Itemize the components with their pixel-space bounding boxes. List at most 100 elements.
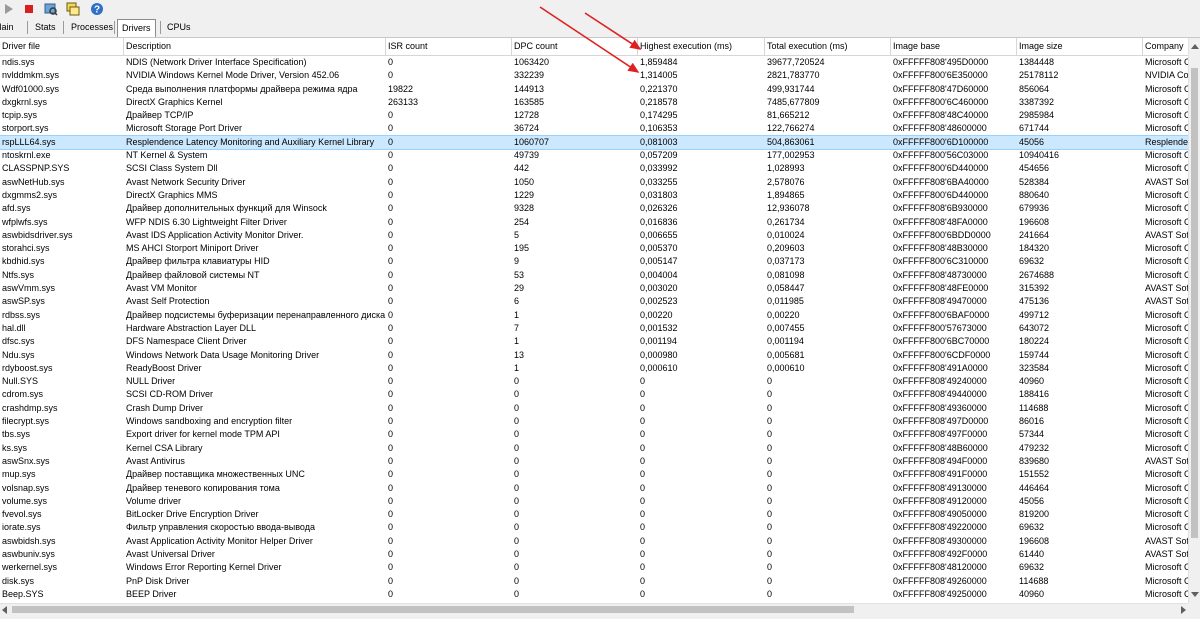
cell-highest-execution: 0 xyxy=(640,535,646,546)
table-row[interactable]: dxgkrnl.sys DirectX Graphics Kernel 263133… xyxy=(0,96,1188,109)
cell-driver-file: CLASSPNP.SYS xyxy=(2,163,70,174)
cell-isr-count: 0 xyxy=(388,509,394,520)
table-row[interactable]: rspLLL64.sys Resplendence Latency Monitor… xyxy=(0,134,1188,151)
column-header-description[interactable]: Description xyxy=(124,38,386,55)
cell-highest-execution: 0 xyxy=(640,522,646,533)
column-header-highest-execution[interactable]: Highest execution (ms) xyxy=(638,38,765,55)
table-row[interactable]: tbs.sys Export driver for kernel mode TPM… xyxy=(0,428,1188,441)
vertical-scrollbar[interactable] xyxy=(1188,38,1200,603)
cell-isr-count: 0 xyxy=(388,176,394,187)
table-row[interactable]: filecrypt.sys Windows sandboxing and encr… xyxy=(0,415,1188,428)
table-row[interactable]: Ndu.sys Windows Network Data Usage Monito… xyxy=(0,349,1188,362)
cell-image-base: 0xFFFFF808'491F0000 xyxy=(893,469,988,480)
table-row[interactable]: wfplwfs.sys WFP NDIS 6.30 Lightweight Fil… xyxy=(0,216,1188,229)
help-icon[interactable]: ? xyxy=(90,2,104,16)
cell-highest-execution: 0 xyxy=(640,416,646,427)
horizontal-scroll-thumb[interactable] xyxy=(12,606,854,613)
table-row[interactable]: ndis.sys NDIS (Network Driver Interface S… xyxy=(0,56,1188,69)
table-row[interactable]: aswSnx.sys Avast Antivirus 0 0 0 0 0xFFFFF808'… xyxy=(0,455,1188,468)
table-row[interactable]: storahci.sys MS AHCI Storport Miniport Dr… xyxy=(0,242,1188,255)
play-icon[interactable] xyxy=(2,2,16,16)
tab-drivers[interactable]: Drivers xyxy=(117,19,156,37)
column-header-isr-count[interactable]: ISR count xyxy=(386,38,512,55)
column-header-image-size[interactable]: Image size xyxy=(1017,38,1143,55)
cell-dpc-count: 195 xyxy=(514,243,530,254)
cell-image-base: 0xFFFFF800'6BDD0000 xyxy=(893,229,991,240)
cell-driver-file: tbs.sys xyxy=(2,429,31,440)
cell-image-size: 819200 xyxy=(1019,509,1050,520)
scroll-down-arrow-icon[interactable] xyxy=(1191,592,1199,597)
cell-image-base: 0xFFFFF808'49050000 xyxy=(893,509,987,520)
cell-driver-file: Ntfs.sys xyxy=(2,269,35,280)
cell-company: AVAST Soft xyxy=(1145,283,1188,294)
scroll-right-arrow-icon[interactable] xyxy=(1181,606,1186,614)
window-icon[interactable] xyxy=(66,2,80,16)
table-row[interactable]: Wdf01000.sys Среда выполнения платформы д… xyxy=(0,83,1188,96)
table-row[interactable]: afd.sys Драйвер дополнительных функций дл… xyxy=(0,202,1188,215)
table-row[interactable]: kbdhid.sys Драйвер фильтра клавиатуры HID… xyxy=(0,255,1188,268)
cell-driver-file: fvevol.sys xyxy=(2,509,42,520)
cell-dpc-count: 1050 xyxy=(514,176,535,187)
table-row[interactable]: Ntfs.sys Драйвер файловой системы NT 0 53 0,… xyxy=(0,269,1188,282)
cell-driver-file: rdbss.sys xyxy=(2,309,41,320)
table-row[interactable]: Beep.SYS BEEP Driver 0 0 0 0 0xFFFFF808'492500… xyxy=(0,588,1188,601)
table-row[interactable]: nvlddmkm.sys NVIDIA Windows Kernel Mode D… xyxy=(0,69,1188,82)
table-row[interactable]: Null.SYS NULL Driver 0 0 0 0 0xFFFFF808'492400… xyxy=(0,375,1188,388)
tab-separator xyxy=(27,21,28,34)
cell-total-execution: 0,000610 xyxy=(767,362,805,373)
column-header-total-execution[interactable]: Total execution (ms) xyxy=(765,38,891,55)
table-row[interactable]: rdyboost.sys ReadyBoost Driver 0 1 0,000610 0… xyxy=(0,362,1188,375)
cell-image-size: 188416 xyxy=(1019,389,1050,400)
table-row[interactable]: dfsc.sys DFS Namespace Client Driver 0 1 0,0… xyxy=(0,335,1188,348)
cell-total-execution: 0,261734 xyxy=(767,216,805,227)
column-header-image-base[interactable]: Image base xyxy=(891,38,1017,55)
table-row[interactable]: disk.sys PnP Disk Driver 0 0 0 0 0xFFFFF808'49… xyxy=(0,575,1188,588)
table-row[interactable]: dxgmms2.sys DirectX Graphics MMS 0 1229 0,03… xyxy=(0,189,1188,202)
cell-description: Kernel CSA Library xyxy=(126,442,203,453)
cell-total-execution: 177,002953 xyxy=(767,150,815,161)
vertical-scroll-thumb[interactable] xyxy=(1191,68,1198,538)
table-row[interactable]: aswbidsdriver.sys Avast IDS Application A… xyxy=(0,229,1188,242)
tab-main[interactable]: Main xyxy=(0,20,18,35)
table-row[interactable]: rdbss.sys Драйвер подсистемы буферизации … xyxy=(0,309,1188,322)
scroll-up-arrow-icon[interactable] xyxy=(1191,44,1199,49)
cell-dpc-count: 0 xyxy=(514,442,520,453)
cell-isr-count: 0 xyxy=(388,189,394,200)
tab-cpus[interactable]: CPUs xyxy=(163,20,195,35)
table-row[interactable]: CLASSPNP.SYS SCSI Class System Dll 0 442 0,0… xyxy=(0,162,1188,175)
column-header-company[interactable]: Company xyxy=(1143,38,1188,55)
table-row[interactable]: aswbuniv.sys Avast Universal Driver 0 0 0 0 0x… xyxy=(0,548,1188,561)
tab-bar: Main Stats Processes Drivers CPUs xyxy=(0,18,1200,38)
column-header-dpc-count[interactable]: DPC count xyxy=(512,38,638,55)
cell-total-execution: 0 xyxy=(767,442,773,453)
tab-stats[interactable]: Stats xyxy=(31,20,60,35)
table-row[interactable]: aswSP.sys Avast Self Protection 0 6 0,002523… xyxy=(0,295,1188,308)
table-row[interactable]: crashdmp.sys Crash Dump Driver 0 0 0 0 0xFFFFF… xyxy=(0,402,1188,415)
cell-driver-file: filecrypt.sys xyxy=(2,416,50,427)
table-row[interactable]: werkernel.sys Windows Error Reporting Ker… xyxy=(0,561,1188,574)
table-row[interactable]: fvevol.sys BitLocker Drive Encryption Dri… xyxy=(0,508,1188,521)
table-row[interactable]: aswbidsh.sys Avast Application Activity M… xyxy=(0,535,1188,548)
cell-dpc-count: 0 xyxy=(514,535,520,546)
driver-scan-icon[interactable] xyxy=(44,2,58,16)
horizontal-scrollbar[interactable] xyxy=(0,603,1188,615)
table-row[interactable]: ntoskrnl.exe NT Kernel & System 0 49739 0,05… xyxy=(0,149,1188,162)
table-row[interactable]: aswVmm.sys Avast VM Monitor 0 29 0,003020 0,0… xyxy=(0,282,1188,295)
table-row[interactable]: tcpip.sys Драйвер TCP/IP 0 12728 0,174295 81,… xyxy=(0,109,1188,122)
table-row[interactable]: storport.sys Microsoft Storage Port Drive… xyxy=(0,122,1188,135)
table-row[interactable]: ks.sys Kernel CSA Library 0 0 0 0 0xFFFFF808'4… xyxy=(0,442,1188,455)
table-row[interactable]: cdrom.sys SCSI CD-ROM Driver 0 0 0 0 0xFFFFF80… xyxy=(0,388,1188,401)
table-row[interactable]: volsnap.sys Драйвер теневого копирования … xyxy=(0,482,1188,495)
cell-image-base: 0xFFFFF800'6BC70000 xyxy=(893,336,990,347)
scroll-left-arrow-icon[interactable] xyxy=(2,606,7,614)
table-row[interactable]: mup.sys Драйвер поставщика множественных … xyxy=(0,468,1188,481)
table-row[interactable]: iorate.sys Фильтр управления скоростью вв… xyxy=(0,521,1188,534)
table-row[interactable]: hal.dll Hardware Abstraction Layer DLL 0 7 0… xyxy=(0,322,1188,335)
stop-icon[interactable] xyxy=(22,2,36,16)
tab-processes[interactable]: Processes xyxy=(67,20,117,35)
table-row[interactable]: aswNetHub.sys Avast Network Security Driv… xyxy=(0,176,1188,189)
column-header-driver-file[interactable]: Driver file xyxy=(0,38,124,55)
table-row[interactable]: volume.sys Volume driver 0 0 0 0 0xFFFFF808'49… xyxy=(0,495,1188,508)
cell-isr-count: 0 xyxy=(388,349,394,360)
cell-dpc-count: 9328 xyxy=(514,203,535,214)
